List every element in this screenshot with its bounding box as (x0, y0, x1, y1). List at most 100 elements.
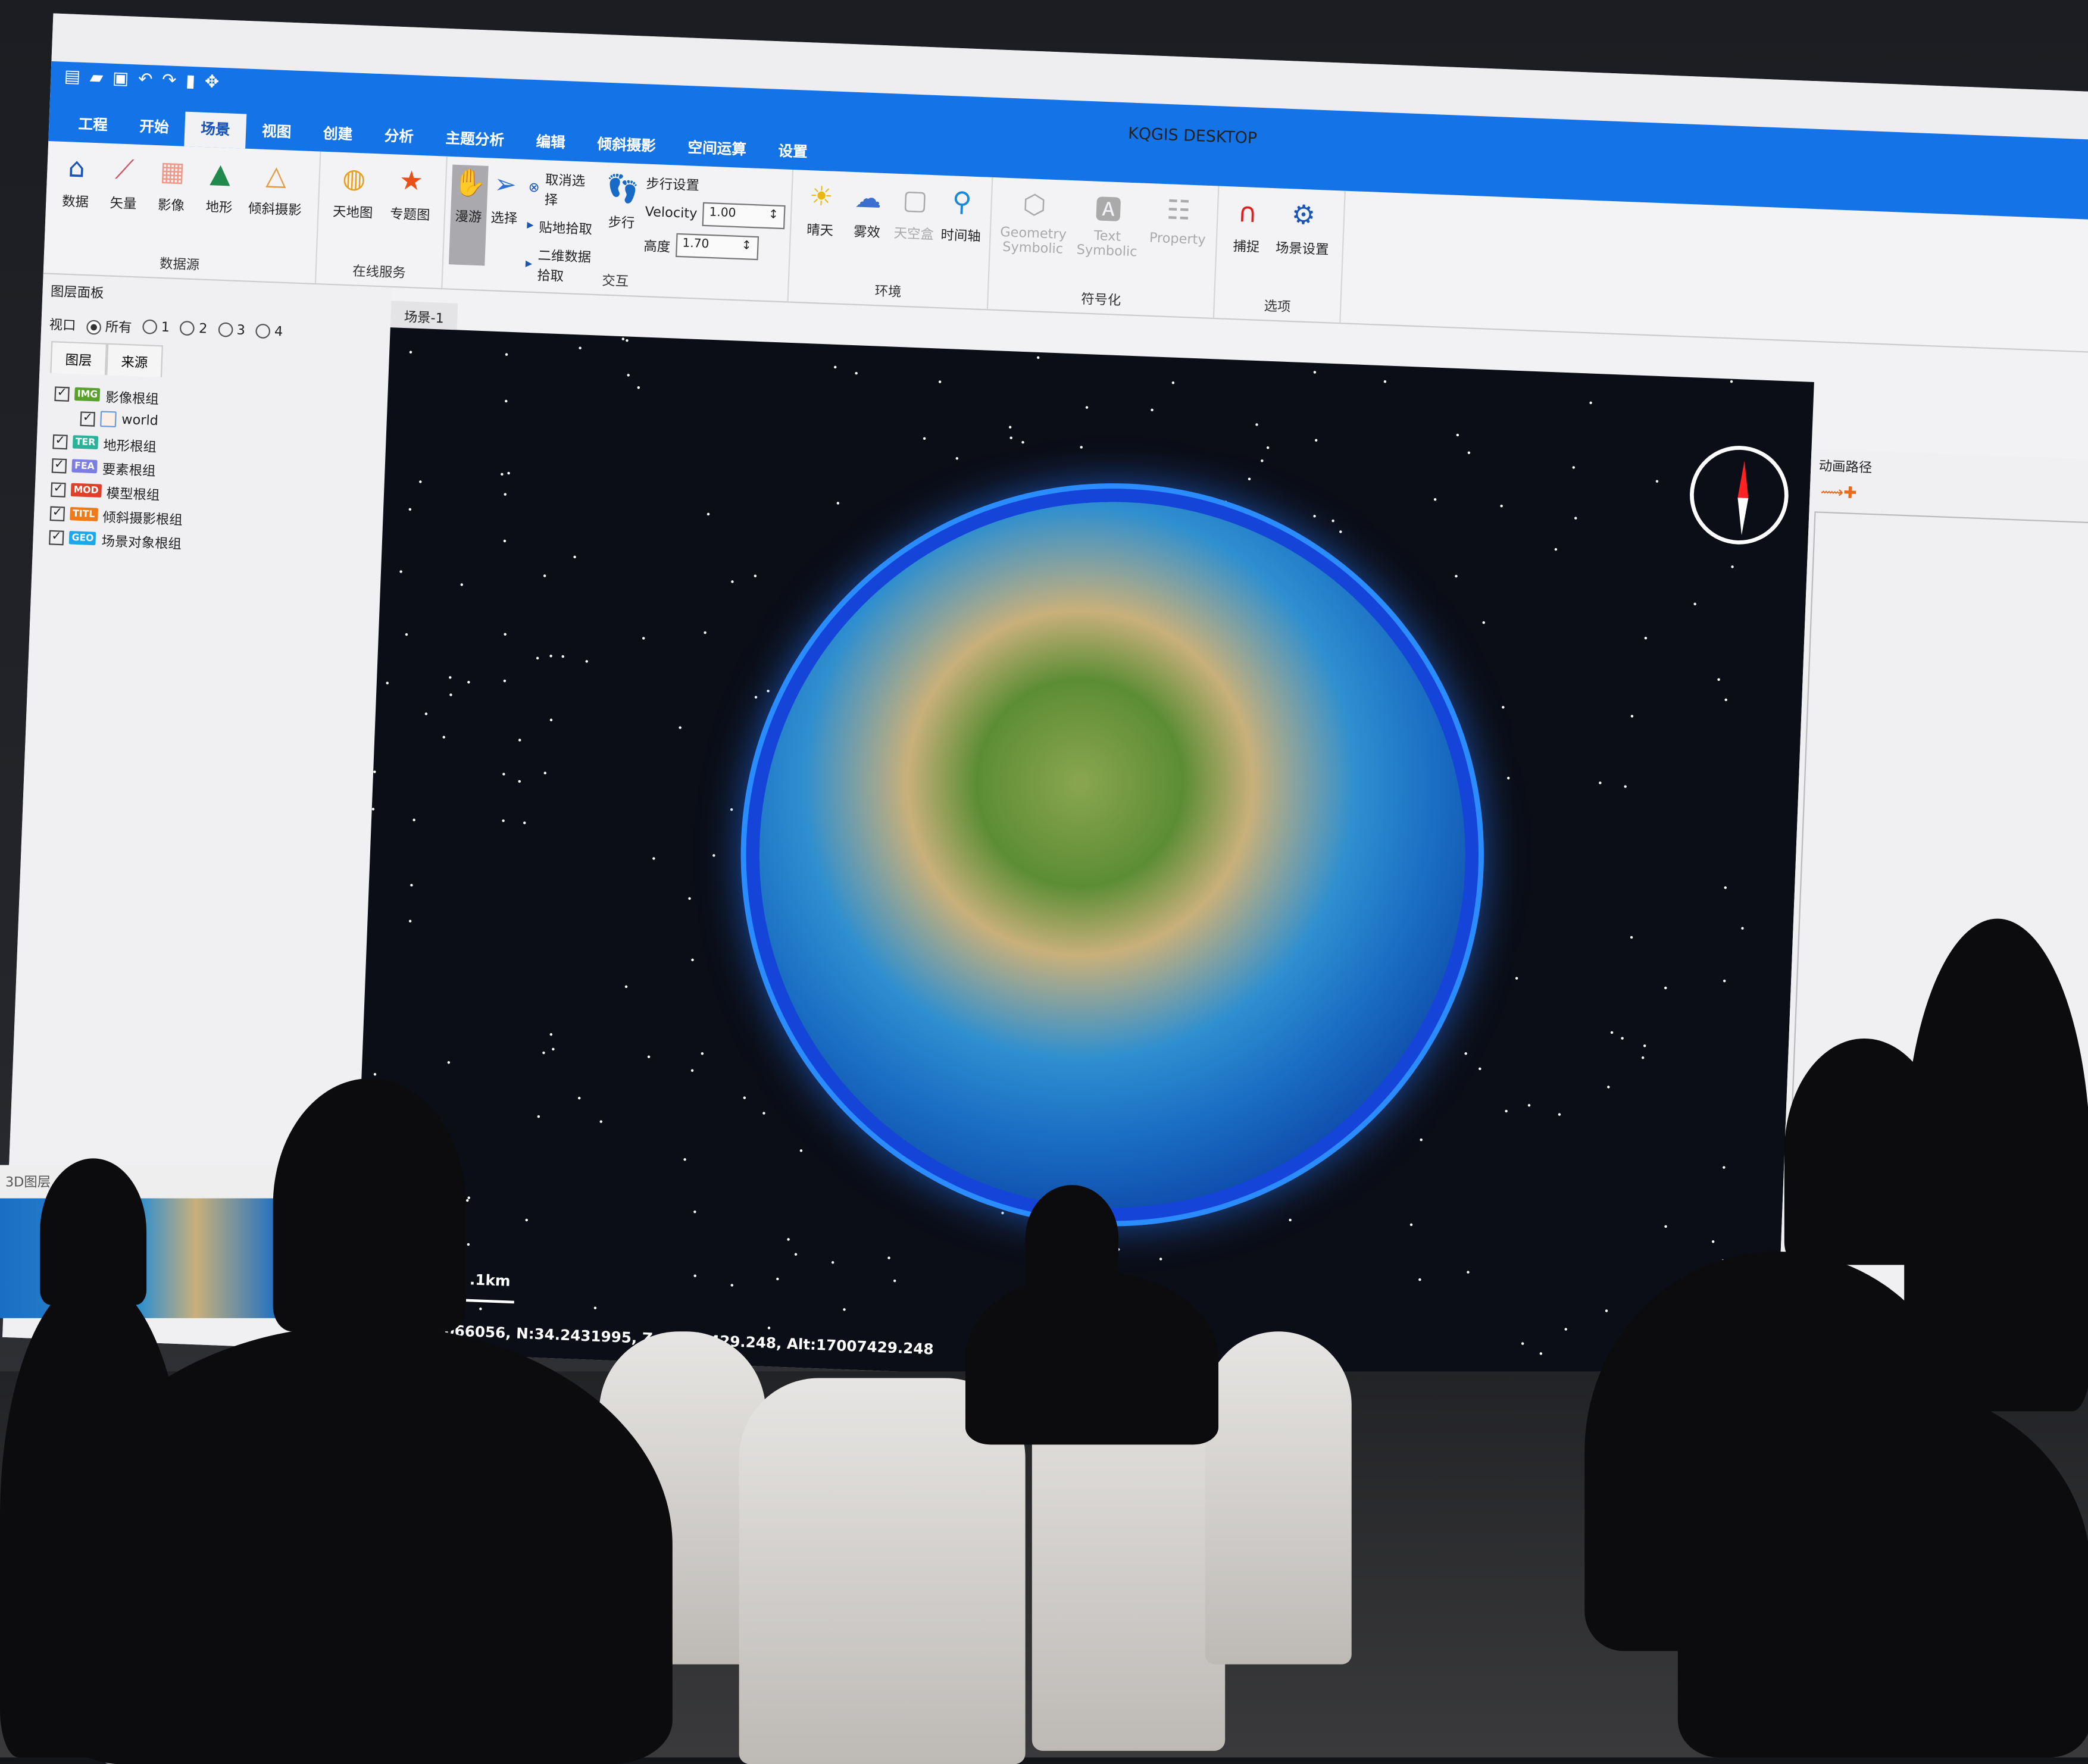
star (549, 1032, 552, 1036)
radio-icon (86, 319, 102, 334)
group-datasource: ⌂ 数据 ⟋ 矢量 ▦ 影像 ▲ 地形 △ 倾斜摄影 数据源 (43, 140, 321, 283)
terrain-button[interactable]: ▲ 地形 (195, 155, 245, 217)
star (1741, 926, 1745, 930)
undo-icon[interactable]: ↶ (137, 70, 153, 90)
tab-4[interactable]: 创建 (307, 117, 369, 154)
viewport-radio-1[interactable]: 1 (142, 318, 170, 335)
tab-8[interactable]: 倾斜摄影 (580, 127, 672, 165)
open-icon[interactable]: ▰ (89, 68, 104, 88)
tab-7[interactable]: 编辑 (520, 124, 582, 161)
spinner-icon[interactable]: ↕ (741, 240, 752, 256)
layer-checkbox[interactable]: ✓ (54, 386, 70, 401)
star (526, 1219, 529, 1222)
star (536, 656, 540, 659)
arrow-icon: ➢ (493, 167, 517, 201)
star (1008, 425, 1011, 429)
image-button[interactable]: ▦ 影像 (147, 153, 197, 215)
star (795, 1252, 798, 1256)
timeline-button[interactable]: ⚲ 时间轴 (937, 183, 986, 245)
save-icon[interactable]: ▣ (112, 69, 129, 90)
viewport-radio-2[interactable]: 2 (180, 320, 208, 337)
viewport-radio-3[interactable]: 3 (217, 321, 246, 338)
data-button[interactable]: ⌂ 数据 (51, 149, 101, 211)
star (833, 365, 837, 369)
layer-checkbox[interactable]: ✓ (51, 457, 67, 473)
star (767, 1326, 771, 1330)
viewport-radio-0[interactable]: 所有 (86, 314, 132, 336)
star (1289, 1219, 1292, 1222)
star (1564, 1327, 1567, 1330)
tab-9[interactable]: 空间运算 (671, 130, 762, 168)
star (1466, 1271, 1469, 1274)
layer-checkbox[interactable]: ✓ (80, 411, 96, 426)
new-icon[interactable]: ▤ (64, 67, 81, 88)
tab-6[interactable]: 主题分析 (429, 121, 521, 159)
property-button[interactable]: ☷ Property (1144, 191, 1212, 248)
star (448, 1061, 451, 1064)
snap-button[interactable]: ∩ 捕捉 (1222, 194, 1272, 256)
skybox-button[interactable]: ▢ 天空盒 (890, 182, 939, 243)
tab-0[interactable]: 工程 (62, 107, 124, 144)
compass-icon[interactable] (1687, 444, 1790, 546)
star (467, 681, 470, 684)
tab-layers[interactable]: 图层 (50, 341, 108, 376)
cancel-select-button[interactable]: ⊗ 取消选择 (528, 167, 598, 209)
tab-sources[interactable]: 来源 (106, 343, 164, 377)
select-button[interactable]: ➢ 选择 (486, 166, 524, 227)
tab-10[interactable]: 设置 (761, 134, 824, 171)
star (1224, 501, 1228, 504)
star (955, 456, 958, 459)
star (460, 583, 464, 586)
scene-settings-button[interactable]: ⚙ 场景设置 (1270, 196, 1336, 258)
star (1731, 565, 1734, 568)
oblique-button[interactable]: △ 倾斜摄影 (243, 157, 309, 219)
geometry-symbolic-button[interactable]: ⬡ Geometry Symbolic (995, 186, 1072, 258)
star (1312, 370, 1316, 374)
tianditu-button[interactable]: ◍ 天地图 (324, 159, 383, 221)
star (626, 373, 630, 376)
star (730, 808, 733, 811)
star (855, 372, 858, 376)
layer-checkbox[interactable]: ✓ (49, 505, 65, 521)
spinner-icon[interactable]: ↕ (768, 209, 779, 225)
star (1418, 1278, 1421, 1281)
select-icon[interactable]: ▮ (185, 72, 195, 92)
star (1694, 603, 1697, 606)
roam-button[interactable]: ✋ 漫游 (448, 164, 489, 266)
layer-checkbox[interactable]: ✓ (52, 433, 68, 449)
star (502, 679, 506, 683)
raster-icon (100, 411, 117, 428)
layer-checkbox[interactable]: ✓ (49, 529, 64, 545)
star (1589, 402, 1593, 405)
star (405, 633, 409, 636)
thematic-map-button[interactable]: ★ 专题图 (381, 162, 440, 224)
sunny-button[interactable]: ☀ 晴天 (796, 178, 846, 240)
ground-pick-button[interactable]: ▸ 贴地拾取 (527, 215, 596, 238)
earth-globe[interactable] (746, 489, 1479, 1221)
skybox-icon: ▢ (902, 183, 929, 217)
star (373, 771, 376, 774)
star (693, 1274, 696, 1278)
viewport-radio-4[interactable]: 4 (255, 323, 283, 340)
tab-1[interactable]: 开始 (123, 110, 185, 146)
fog-button[interactable]: ☁ 雾效 (843, 180, 893, 242)
star (552, 1047, 555, 1050)
star (1260, 458, 1264, 462)
star (412, 818, 415, 821)
star (1436, 1011, 1439, 1014)
redo-icon[interactable]: ↷ (161, 71, 177, 91)
height-input[interactable]: 1.70 ↕ (675, 233, 759, 261)
layer-checkbox[interactable]: ✓ (51, 481, 66, 497)
tab-5[interactable]: 分析 (368, 118, 430, 155)
tab-scene-1[interactable]: 场景-1 (390, 301, 458, 331)
move-icon[interactable]: ✥ (204, 73, 220, 93)
star (730, 580, 734, 584)
walk-settings-button[interactable]: 步行设置 (646, 172, 787, 198)
text-symbolic-button[interactable]: 🅰 Text Symbolic (1070, 188, 1146, 260)
photo: ▤ ▰ ▣ ↶ ↷ ▮ ✥ KQGIS DESKTOP 工程 开始 场景 视图 创建 分析 主题分析 编辑… (0, 0, 2088, 1764)
walk-button[interactable]: 👣 步行 (603, 170, 641, 232)
tab-3[interactable]: 视图 (245, 114, 308, 151)
velocity-input[interactable]: 1.00 ↕ (702, 202, 786, 230)
vector-button[interactable]: ⟋ 矢量 (99, 151, 149, 213)
tab-2[interactable]: 场景 (184, 111, 247, 149)
